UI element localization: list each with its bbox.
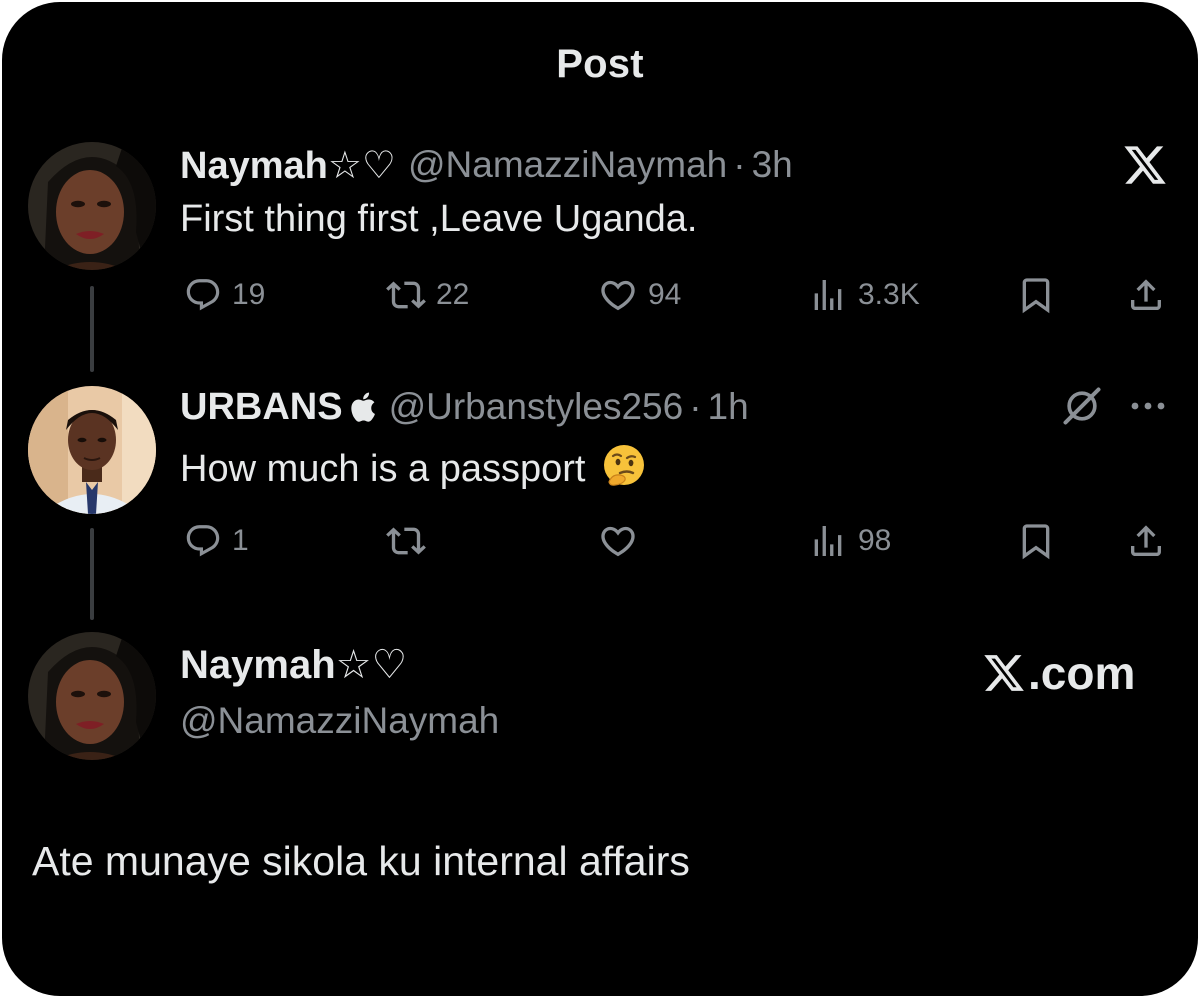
more-icon[interactable]: [1128, 394, 1168, 418]
repost-count: 22: [436, 278, 470, 311]
bookmark-icon: [1022, 524, 1050, 560]
reply-count: 19: [232, 278, 266, 311]
share-button[interactable]: [1126, 516, 1166, 566]
x-logo-icon[interactable]: [1122, 142, 1168, 188]
share-icon: [1131, 525, 1161, 556]
views-button[interactable]: 98: [808, 516, 891, 566]
action-bar: 1 98: [180, 516, 1170, 566]
timestamp[interactable]: 3h: [752, 144, 793, 186]
avatar[interactable]: [28, 386, 156, 514]
page-title: Post: [556, 42, 644, 86]
handle[interactable]: @Urbanstyles256: [389, 386, 684, 428]
repost-button[interactable]: 22: [386, 270, 469, 320]
thread-line: [90, 528, 94, 620]
display-name[interactable]: URBANS: [180, 386, 343, 429]
heart-icon: [601, 280, 635, 311]
repost-icon: [386, 281, 426, 309]
apple-icon: [350, 392, 375, 422]
avatar[interactable]: [28, 632, 156, 760]
share-button[interactable]: [1126, 270, 1166, 320]
views-icon: [814, 280, 842, 310]
share-icon: [1131, 279, 1161, 310]
bookmark-button[interactable]: [1016, 516, 1056, 566]
caption-text: Ate munaye sikola ku internal affairs: [32, 838, 690, 884]
reply-button[interactable]: 19: [184, 270, 265, 320]
bookmark-icon: [1022, 278, 1050, 314]
views-button[interactable]: 3.3K: [808, 270, 920, 320]
thinking-face-emoji: [600, 442, 648, 500]
repost-button[interactable]: [386, 516, 436, 566]
like-count: 94: [648, 278, 682, 311]
post-card: Post Naymah☆♡ @NamazziNaymah · 3h First …: [2, 2, 1198, 996]
views-icon: [814, 526, 842, 556]
reply-count: 1: [232, 524, 249, 557]
timestamp[interactable]: 1h: [708, 386, 749, 428]
x-logo-icon: [984, 655, 1024, 691]
reply-icon: [186, 279, 220, 311]
post-text-content: How much is a passport: [180, 448, 586, 491]
heart-icon: [601, 526, 635, 557]
separator: ·: [733, 144, 746, 185]
views-count: 3.3K: [858, 278, 920, 311]
action-bar: 19 22 94 3.3K: [180, 270, 1170, 320]
like-button[interactable]: 94: [598, 270, 681, 320]
profile-handle[interactable]: @NamazziNaymah: [180, 700, 499, 742]
display-name[interactable]: Naymah☆♡: [180, 143, 396, 188]
x-com-watermark: .com: [982, 646, 1135, 700]
repost-icon: [386, 527, 426, 555]
grok-icon[interactable]: [1060, 384, 1104, 428]
reply-button[interactable]: 1: [184, 516, 249, 566]
separator: ·: [689, 386, 702, 427]
like-button[interactable]: [598, 516, 648, 566]
views-count: 98: [858, 524, 892, 557]
post-header: URBANS @Urbanstyles256 · 1h: [180, 382, 749, 432]
reply-icon: [186, 525, 220, 557]
post-header: Naymah☆♡ @NamazziNaymah · 3h: [180, 140, 793, 190]
handle[interactable]: @NamazziNaymah: [408, 144, 727, 186]
avatar[interactable]: [28, 142, 156, 270]
post-text: First thing first ,Leave Uganda.: [180, 198, 698, 240]
watermark-text: .com: [1028, 647, 1136, 699]
post-text: How much is a passport: [180, 442, 648, 500]
profile-display-name[interactable]: Naymah☆♡: [180, 642, 407, 688]
bookmark-button[interactable]: [1016, 270, 1056, 320]
thread-line: [90, 286, 94, 372]
